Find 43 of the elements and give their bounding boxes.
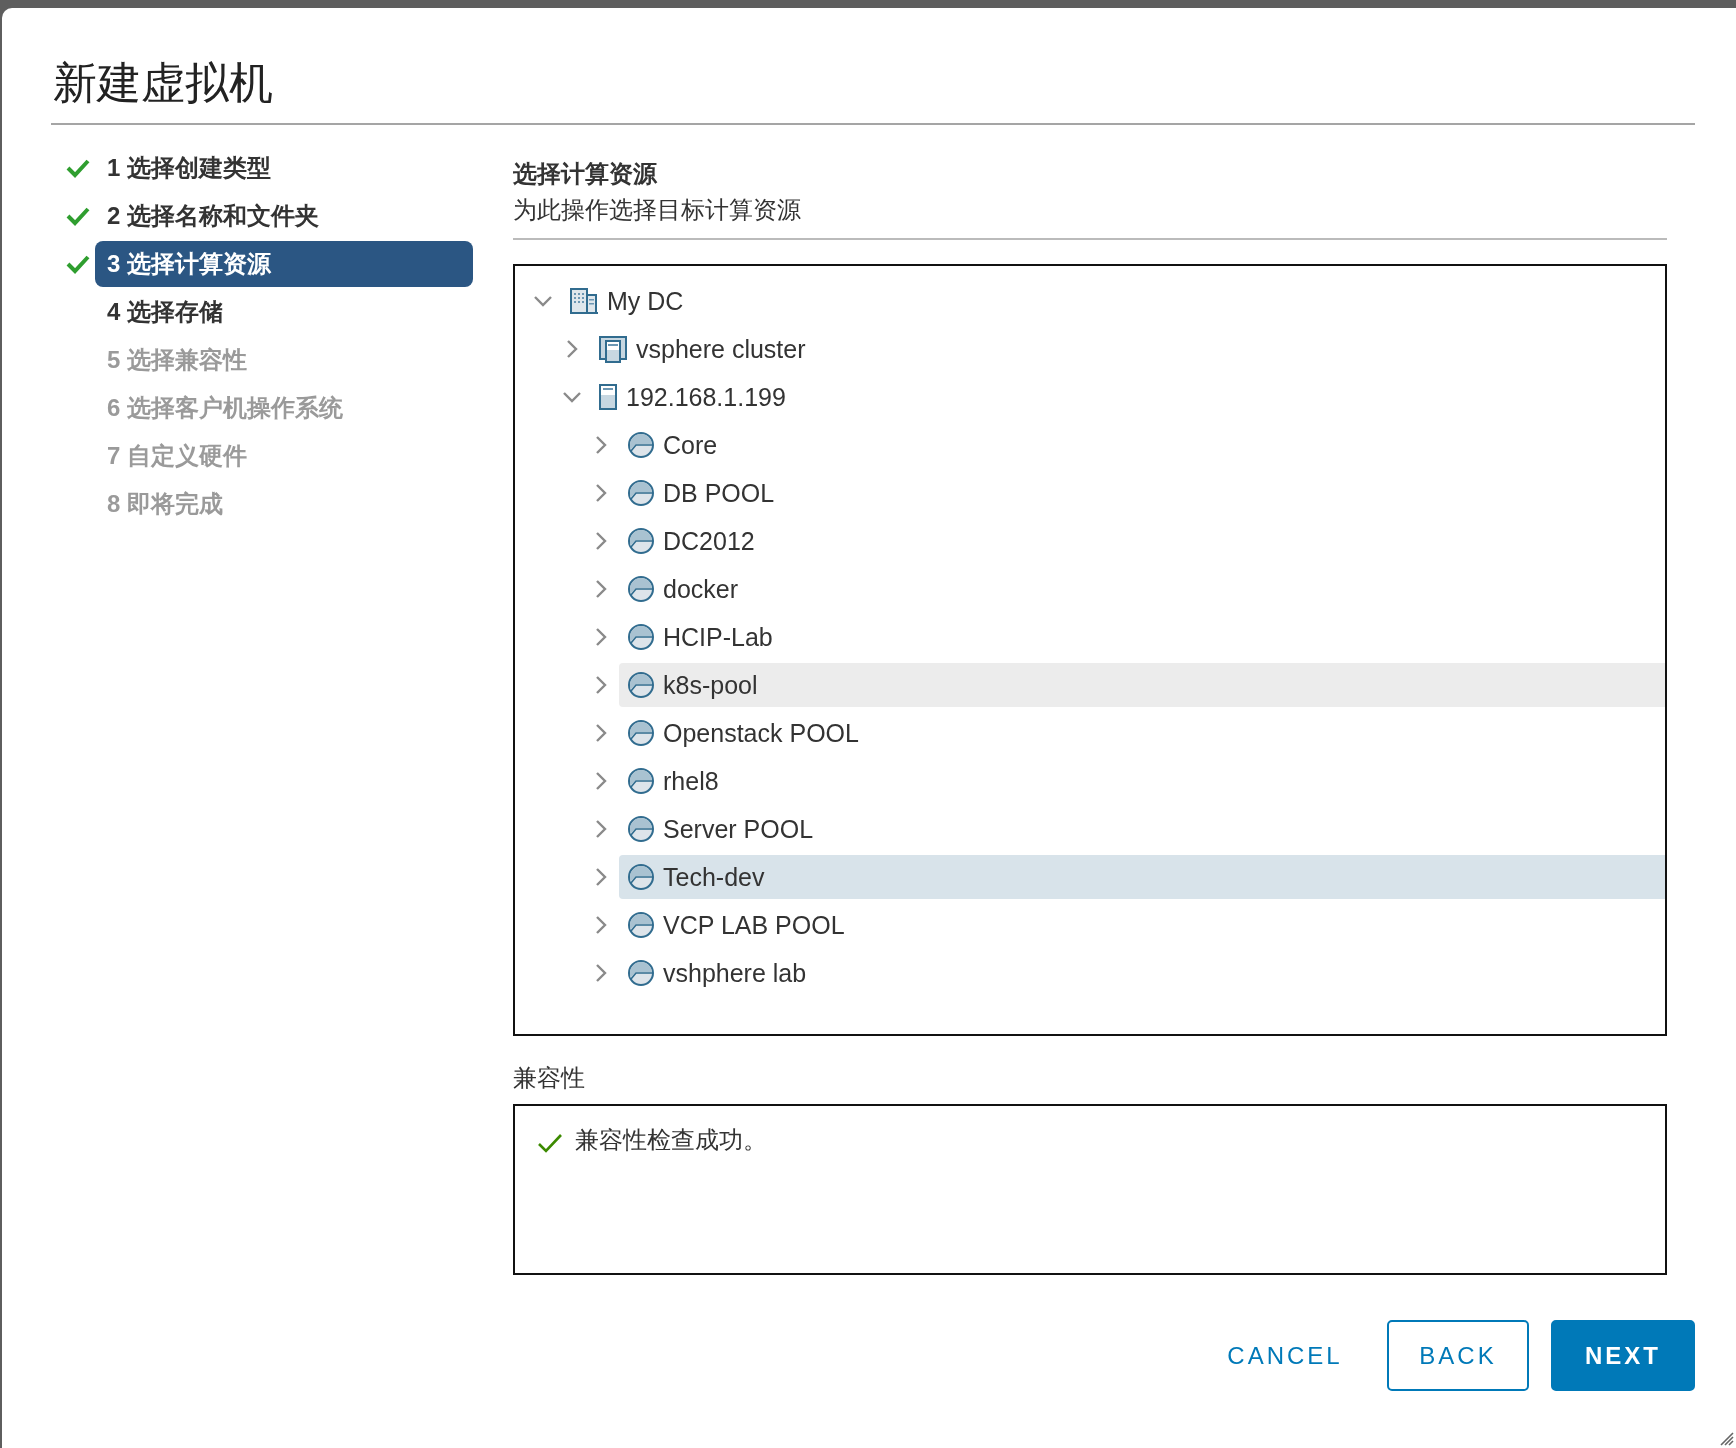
wizard-step[interactable]: 1 选择创建类型 [95,145,473,191]
pie-gauge-icon [627,431,655,459]
tree-item[interactable]: DB POOL [619,471,1665,515]
pie-gauge-icon [627,719,655,747]
resize-grip-icon[interactable] [1718,1430,1734,1446]
tree-item[interactable]: rhel8 [619,759,1665,803]
tree-item[interactable]: k8s-pool [619,663,1665,707]
back-button[interactable]: BACK [1387,1320,1529,1391]
tree-item[interactable]: HCIP-Lab [619,615,1665,659]
section-subtitle: 为此操作选择目标计算资源 [513,195,801,225]
tree-item[interactable]: My DC [561,279,1665,323]
pie-gauge-icon [627,671,655,699]
pie-gauge-icon [627,863,655,891]
next-button[interactable]: NEXT [1551,1320,1695,1391]
pie-gauge-icon [627,911,655,939]
tree-item[interactable]: DC2012 [619,519,1665,563]
tree-item[interactable]: Tech-dev [619,855,1665,899]
pie-gauge-icon [627,623,655,651]
pie-gauge-icon [627,767,655,795]
tree-item[interactable]: Openstack POOL [619,711,1665,755]
dialog-title: 新建虚拟机 [53,57,273,109]
pie-gauge-icon [627,479,655,507]
pie-gauge-icon [627,527,655,555]
tree-item[interactable]: docker [619,567,1665,611]
tree-item[interactable]: Core [619,423,1665,467]
tree-item[interactable]: 192.168.1.199 [590,375,1665,419]
server-stack-icon [598,335,628,363]
status-message: 兼容性检查成功。 [575,1125,767,1155]
wizard-step[interactable]: 3 选择计算资源 [95,241,473,287]
server-icon [598,383,618,411]
tree-item[interactable]: vshphere lab [619,951,1665,995]
pie-gauge-icon [627,575,655,603]
datacenter-icon [569,287,599,315]
section-title: 选择计算资源 [513,159,657,189]
pie-gauge-icon [627,959,655,987]
tree-item[interactable]: VCP LAB POOL [619,903,1665,947]
section-label: 兼容性 [513,1063,585,1093]
pie-gauge-icon [627,815,655,843]
tree-item[interactable]: vsphere cluster [590,327,1665,371]
tree-item[interactable]: Server POOL [619,807,1665,851]
cancel-button[interactable]: CANCEL [1205,1320,1365,1391]
wizard-step[interactable]: 4 选择存储 [95,289,473,335]
wizard-step[interactable]: 2 选择名称和文件夹 [95,193,473,239]
